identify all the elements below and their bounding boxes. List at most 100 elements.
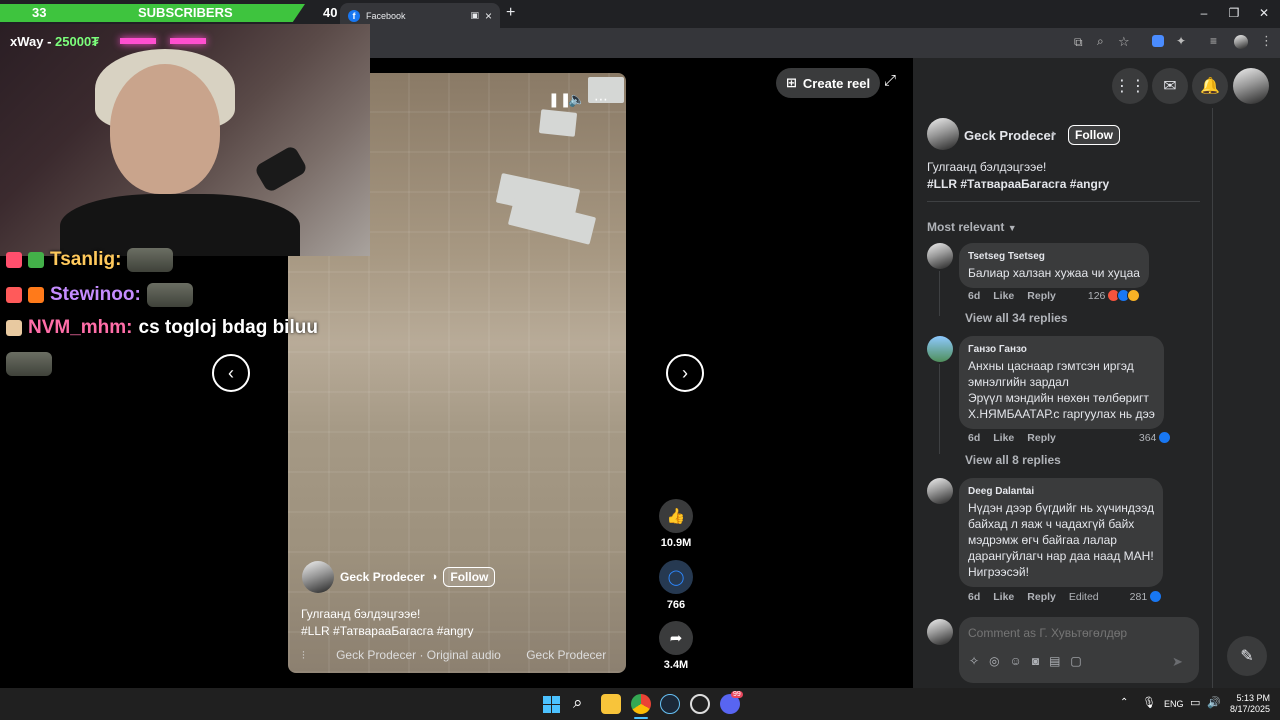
menu-grid-button[interactable]: ⋮⋮ xyxy=(1112,68,1148,104)
previous-reel-button[interactable]: ‹ xyxy=(212,354,250,392)
reel-audio[interactable]: ⫶ Geck Prodecer · Original audio Geck Pr… xyxy=(302,648,622,663)
comment-time[interactable]: 6d xyxy=(968,432,980,444)
commenter-name[interactable]: Tsetseg Tsetseg xyxy=(968,249,1140,265)
comment-time[interactable]: 6d xyxy=(968,290,980,302)
create-reel-icon: ⊞ xyxy=(786,75,797,90)
chat-message: Stewinoo: xyxy=(6,283,193,307)
notifications-button[interactable]: 🔔 xyxy=(1192,68,1228,104)
puzzle-icon[interactable]: ✦ xyxy=(1176,34,1186,48)
restore-button[interactable]: ❐ xyxy=(1224,6,1244,20)
chrome-icon[interactable] xyxy=(631,694,651,714)
emoji-icon[interactable]: ☺ xyxy=(1010,654,1022,668)
reply-link[interactable]: Reply xyxy=(1027,432,1056,444)
tab-media-icon[interactable]: ▣ xyxy=(470,10,479,21)
start-icon[interactable] xyxy=(543,696,560,713)
bookmark-star-icon[interactable]: ☆ xyxy=(1118,34,1130,50)
post-caption-line2[interactable]: #LLR #ТатварааБагасга #angry xyxy=(927,177,1109,191)
menu-dots-icon[interactable]: ⋮ xyxy=(1260,33,1273,49)
sort-dropdown[interactable]: Most relevant ▼ xyxy=(927,220,1017,234)
view-replies-link[interactable]: View all 8 replies xyxy=(965,453,1061,467)
send-icon[interactable]: ➤ xyxy=(1172,654,1183,670)
panel-follow-button[interactable]: Follow xyxy=(1068,125,1120,145)
camera-icon[interactable]: ◙ xyxy=(1032,654,1039,668)
og-badge-icon xyxy=(28,287,44,303)
zoom-icon[interactable]: ⌕ xyxy=(1097,34,1104,49)
profile-avatar[interactable] xyxy=(1234,35,1248,49)
steam-icon[interactable] xyxy=(660,694,680,714)
reaction-count: 364 xyxy=(1138,431,1157,444)
like-link[interactable]: Like xyxy=(993,591,1014,603)
reply-thread-line xyxy=(939,271,940,316)
account-avatar[interactable] xyxy=(1233,68,1269,104)
chat-username: NVM_mhm: xyxy=(28,317,133,338)
avatar-sticker-icon[interactable]: ✧ xyxy=(969,654,979,668)
new-message-button[interactable]: ✎ xyxy=(1227,636,1267,676)
next-reel-button[interactable]: › xyxy=(666,354,704,392)
reply-link[interactable]: Reply xyxy=(1027,290,1056,302)
post-author-name[interactable]: Geck Prodecer xyxy=(964,128,1056,143)
follow-button[interactable]: Follow xyxy=(443,567,496,587)
mask-icon[interactable]: ◎ xyxy=(989,654,999,668)
volume-icon[interactable]: 🔊 xyxy=(1207,696,1221,709)
like-link[interactable]: Like xyxy=(993,290,1014,302)
create-reel-button[interactable]: ⊞ Create reel xyxy=(776,68,881,98)
gif-icon[interactable]: ▤ xyxy=(1049,654,1060,668)
comment-input[interactable] xyxy=(968,624,1188,642)
fullscreen-icon[interactable]: ⤢ xyxy=(884,72,896,89)
chevron-right-icon: › xyxy=(682,362,688,383)
search-icon[interactable]: ⌕ xyxy=(573,693,583,713)
commenter-avatar[interactable] xyxy=(927,336,953,362)
comment-actions: 6d Like Reply 364 xyxy=(968,431,1172,444)
commenter-avatar[interactable] xyxy=(927,243,953,269)
chat-username: Tsanlig: xyxy=(50,249,122,270)
comment-button[interactable]: ◯ xyxy=(659,560,693,594)
language-indicator[interactable]: ENG xyxy=(1164,699,1184,709)
comment-count: 766 xyxy=(666,599,686,611)
reaction-summary[interactable]: 281 xyxy=(1130,590,1163,603)
extension-icon[interactable] xyxy=(1152,35,1164,47)
author-avatar[interactable] xyxy=(302,561,334,593)
composer-tools: ✧ ◎ ☺ ◙ ▤ ▢ xyxy=(969,654,1082,668)
clock[interactable]: 5:13 PM 8/17/2025 xyxy=(1228,693,1270,715)
file-explorer-icon[interactable] xyxy=(601,694,621,714)
comment: Гaнзо Ганзо Анхны цаснаар гэмтсэн иргэд … xyxy=(927,336,1207,471)
new-tab-button[interactable]: + xyxy=(506,4,515,22)
share-button[interactable]: ➦ xyxy=(659,621,693,655)
minimize-button[interactable]: – xyxy=(1194,6,1214,20)
composer-avatar[interactable] xyxy=(927,619,953,645)
reaction-summary[interactable]: 126 xyxy=(1088,289,1141,302)
view-replies-link[interactable]: View all 34 replies xyxy=(965,311,1068,325)
commenter-avatar[interactable] xyxy=(927,478,953,504)
microphone-icon[interactable]: 🎙 xyxy=(1142,696,1156,709)
chat-message: Tsanlig: xyxy=(6,248,174,272)
tray-chevron-icon[interactable]: ⌃ xyxy=(1120,697,1128,708)
reply-link[interactable]: Reply xyxy=(1027,591,1056,603)
reading-list-icon[interactable]: ≡ xyxy=(1210,34,1217,48)
cast-icon[interactable]: ⧉ xyxy=(1074,35,1083,50)
like-link[interactable]: Like xyxy=(993,432,1014,444)
post-author-avatar[interactable] xyxy=(927,118,959,150)
facebook-icon: f xyxy=(348,9,360,22)
commenter-name[interactable]: Гaнзо Ганзо xyxy=(968,342,1155,358)
heart-badge-icon xyxy=(6,252,22,268)
caret-down-icon: ▼ xyxy=(1007,223,1017,233)
reaction-summary[interactable]: 364 xyxy=(1139,431,1172,444)
network-icon[interactable]: ▭ xyxy=(1190,696,1200,709)
volume-icon[interactable]: 🔈 xyxy=(568,91,585,108)
author-name[interactable]: Geck Prodecer xyxy=(340,570,425,584)
reel-caption-line2[interactable]: #LLR #ТатварааБагасга #angry xyxy=(301,624,473,638)
messenger-button[interactable]: ✉ xyxy=(1152,68,1188,104)
tab-title: Facebook xyxy=(366,10,406,21)
more-options-icon[interactable]: ⋯ xyxy=(594,91,608,108)
comment-time[interactable]: 6d xyxy=(968,591,980,603)
app-icon[interactable] xyxy=(690,694,710,714)
sticker-icon[interactable]: ▢ xyxy=(1070,654,1081,668)
globe-icon: ◑ xyxy=(1049,128,1056,140)
sub-count-current: 33 xyxy=(32,5,47,20)
close-tab-icon[interactable]: × xyxy=(485,9,492,23)
close-window-button[interactable]: ✕ xyxy=(1254,6,1274,20)
audio-label-tail: Geck Prodecer xyxy=(526,648,607,662)
commenter-name[interactable]: Deeg Dalantai xyxy=(968,484,1154,500)
like-button[interactable]: 👍 xyxy=(659,499,693,533)
clock-time: 5:13 PM xyxy=(1236,693,1270,703)
